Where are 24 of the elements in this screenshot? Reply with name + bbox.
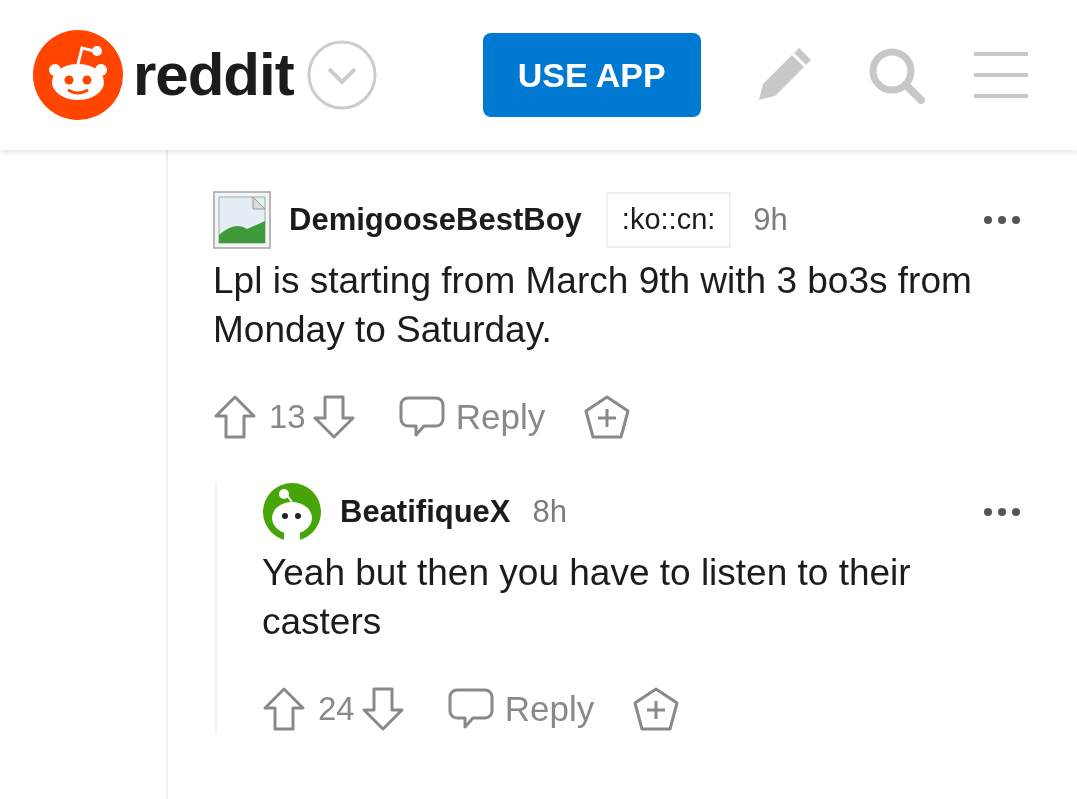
vote-count: 13: [269, 397, 306, 438]
more-options-icon[interactable]: [983, 215, 1021, 225]
comment-body: Lpl is starting from March 9th with 3 bo3s from Monday to Saturday.: [213, 259, 973, 352]
user-flair: :ko::cn:: [605, 192, 732, 248]
username[interactable]: BeatifiqueX: [340, 488, 511, 536]
comment-time: 8h: [532, 492, 567, 531]
comment-time: 9h: [753, 200, 788, 239]
upvote-icon[interactable]: [262, 686, 306, 732]
use-app-button[interactable]: USE APP: [482, 33, 701, 117]
more-options-icon[interactable]: [983, 507, 1021, 517]
award-icon[interactable]: [583, 394, 632, 440]
speech-bubble-icon: [397, 395, 446, 439]
alien-logo-icon[interactable]: [33, 30, 123, 120]
comment-body: Yeah but then you have to listen to their casters: [262, 551, 912, 644]
downvote-icon[interactable]: [360, 686, 405, 732]
wordmark[interactable]: reddit: [133, 45, 294, 105]
speech-bubble-icon: [446, 687, 495, 731]
downvote-icon[interactable]: [311, 394, 356, 440]
username[interactable]: DemigooseBestBoy: [289, 196, 582, 244]
snoo-avatar-icon: [262, 482, 322, 542]
upvote-icon[interactable]: [213, 394, 257, 440]
award-icon[interactable]: [632, 686, 681, 732]
vote-count: 24: [318, 689, 355, 730]
broken-image-icon: [213, 191, 271, 249]
